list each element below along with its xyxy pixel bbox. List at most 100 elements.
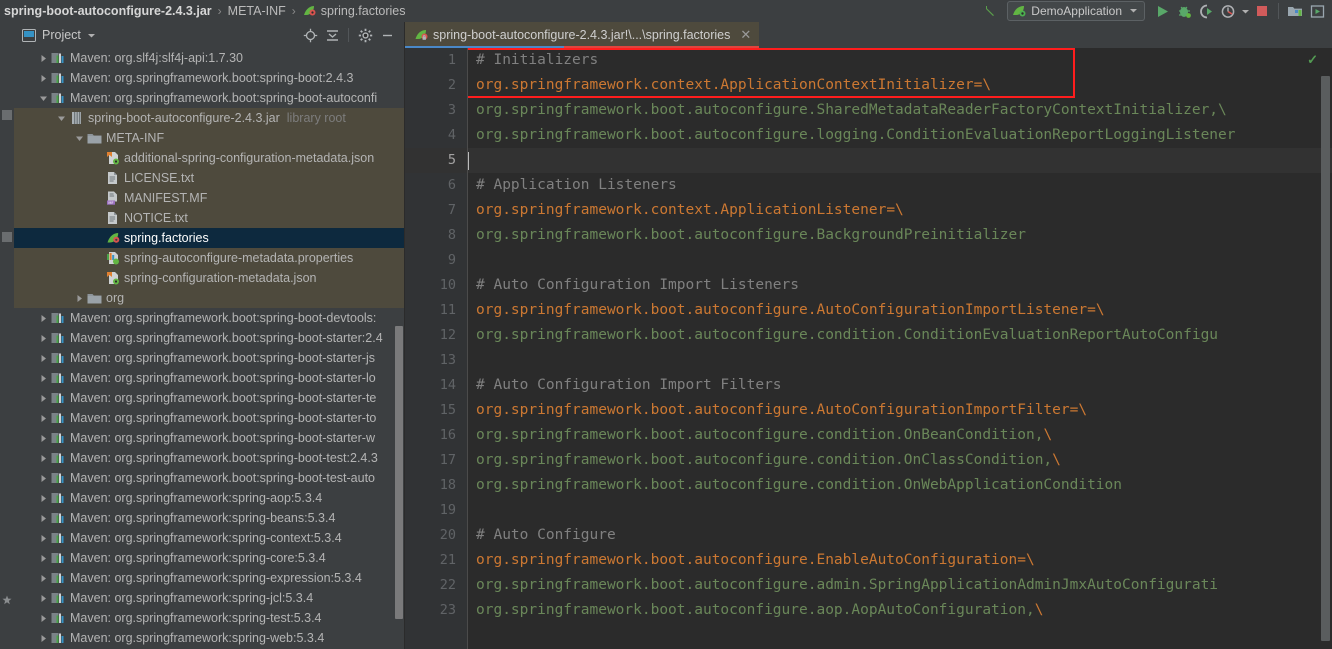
chevron-right-icon[interactable] (36, 508, 50, 528)
code-line[interactable]: org.springframework.context.ApplicationC… (476, 73, 1332, 98)
tree-row[interactable]: Maven: org.springframework:spring-aop:5.… (14, 488, 404, 508)
code-line[interactable]: # Initializers (476, 48, 1332, 73)
code-line[interactable]: org.springframework.boot.autoconfigure.c… (476, 473, 1332, 498)
chevron-right-icon[interactable] (36, 528, 50, 548)
tree-row[interactable]: additional-spring-configuration-metadata… (14, 148, 404, 168)
locate-icon[interactable] (299, 25, 321, 45)
tree-row[interactable]: spring-configuration-metadata.json (14, 268, 404, 288)
chevron-right-icon[interactable] (36, 348, 50, 368)
chevron-down-icon[interactable] (1239, 1, 1251, 21)
collapse-all-icon[interactable] (321, 25, 343, 45)
ok-check-icon[interactable]: ✓ (1307, 52, 1318, 68)
code-line[interactable]: org.springframework.boot.autoconfigure.c… (476, 448, 1332, 473)
code-line[interactable]: # Application Listeners (476, 173, 1332, 198)
chevron-right-icon[interactable] (36, 328, 50, 348)
project-structure-icon[interactable] (1284, 1, 1306, 21)
run-configuration-selector[interactable]: DemoApplication (1007, 1, 1145, 21)
code-line[interactable] (476, 498, 1332, 523)
code-line[interactable]: org.springframework.boot.autoconfigure.a… (476, 573, 1332, 598)
chevron-down-icon[interactable] (72, 128, 86, 148)
tree-row[interactable]: META-INF (14, 128, 404, 148)
editor-gutter[interactable]: 1 2 3 4 5 6 7 8 9 10 11 12 13 14 15 16 17 18 19 20 21 22 23 (405, 48, 468, 649)
tree-row[interactable]: Maven: org.springframework.boot:spring-b… (14, 308, 404, 328)
code-line[interactable]: org.springframework.boot.autoconfigure.B… (476, 223, 1332, 248)
breadcrumb-item-jar[interactable]: spring-boot-autoconfigure-2.4.3.jar (2, 4, 214, 18)
code-line[interactable]: org.springframework.context.ApplicationL… (476, 198, 1332, 223)
debug-icon[interactable] (1173, 1, 1195, 21)
chevron-right-icon[interactable] (36, 388, 50, 408)
minimize-icon[interactable] (376, 25, 398, 45)
chevron-down-icon[interactable] (36, 88, 50, 108)
tree-row[interactable]: Maven: org.springframework.boot:spring-b… (14, 428, 404, 448)
tree-row[interactable]: Maven: org.slf4j:slf4j-api:1.7.30 (14, 48, 404, 68)
tree-row[interactable]: Maven: org.springframework:spring-beans:… (14, 508, 404, 528)
tree-row[interactable]: Maven: org.springframework.boot:spring-b… (14, 408, 404, 428)
chevron-right-icon[interactable] (36, 408, 50, 428)
chevron-right-icon[interactable] (36, 308, 50, 328)
gear-icon[interactable] (354, 25, 376, 45)
tree-row[interactable]: Maven: org.springframework:spring-core:5… (14, 548, 404, 568)
code-line[interactable]: # Auto Configuration Import Listeners (476, 273, 1332, 298)
favorites-star-icon[interactable] (2, 592, 12, 605)
tree-row[interactable]: Maven: org.springframework.boot:spring-b… (14, 468, 404, 488)
tree-row[interactable]: Maven: org.springframework.boot:spring-b… (14, 368, 404, 388)
profiler-icon[interactable] (1217, 1, 1239, 21)
chevron-right-icon[interactable] (36, 468, 50, 488)
tree-row[interactable]: Maven: org.springframework:spring-expres… (14, 568, 404, 588)
chevron-right-icon[interactable] (36, 588, 50, 608)
chevron-right-icon[interactable] (36, 48, 50, 68)
code-line[interactable] (468, 148, 1332, 173)
chevron-down-icon[interactable] (54, 108, 68, 128)
project-tree-scrollbar[interactable] (395, 326, 403, 619)
code-line[interactable]: # Auto Configuration Import Filters (476, 373, 1332, 398)
tree-row[interactable]: Maven: org.springframework.boot:spring-b… (14, 388, 404, 408)
tree-row[interactable]: Maven: org.springframework:spring-jcl:5.… (14, 588, 404, 608)
code-line[interactable]: org.springframework.boot.autoconfigure.c… (476, 423, 1332, 448)
tree-row[interactable]: Maven: org.springframework.boot:spring-b… (14, 348, 404, 368)
code-line[interactable] (476, 248, 1332, 273)
chevron-right-icon[interactable] (36, 428, 50, 448)
run-with-coverage-icon[interactable] (1195, 1, 1217, 21)
editor-code[interactable]: # Initializers org.springframework.contex… (468, 48, 1332, 649)
close-icon[interactable]: ✕ (740, 27, 751, 43)
tree-row[interactable]: Maven: org.springframework:spring-web:5.… (14, 628, 404, 648)
code-line[interactable]: org.springframework.boot.autoconfigure.a… (476, 598, 1332, 623)
editor-tab-spring-factories[interactable]: spring-boot-autoconfigure-2.4.3.jar!\...… (405, 22, 760, 48)
tree-row[interactable]: spring-boot-autoconfigure-2.4.3.jar libra… (14, 108, 404, 128)
code-line[interactable]: org.springframework.boot.autoconfigure.c… (476, 323, 1332, 348)
editor-scrollbar[interactable] (1321, 76, 1330, 641)
chevron-right-icon[interactable] (36, 368, 50, 388)
tree-row[interactable]: Maven: org.springframework.boot:spring-b… (14, 328, 404, 348)
chevron-down-icon[interactable] (87, 31, 96, 40)
tree-row[interactable]: NOTICE.txt (14, 208, 404, 228)
chevron-right-icon[interactable] (36, 608, 50, 628)
tree-row[interactable]: Maven: org.springframework.boot:spring-b… (14, 68, 404, 88)
code-line[interactable]: org.springframework.boot.autoconfigure.S… (476, 98, 1332, 123)
code-line[interactable]: org.springframework.boot.autoconfigure.l… (476, 123, 1332, 148)
services-icon[interactable] (1306, 1, 1328, 21)
chevron-right-icon[interactable] (36, 628, 50, 648)
code-line[interactable]: # Auto Configure (476, 523, 1332, 548)
tree-row[interactable]: Maven: org.springframework:spring-contex… (14, 528, 404, 548)
chevron-right-icon[interactable] (36, 448, 50, 468)
tree-row[interactable]: Maven: org.springframework:spring-test:5… (14, 608, 404, 628)
chevron-right-icon[interactable] (36, 548, 50, 568)
tree-row[interactable]: org (14, 288, 404, 308)
code-line[interactable]: org.springframework.boot.autoconfigure.A… (476, 398, 1332, 423)
code-line[interactable]: org.springframework.boot.autoconfigure.E… (476, 548, 1332, 573)
chevron-right-icon[interactable] (36, 568, 50, 588)
chevron-right-icon[interactable] (36, 488, 50, 508)
run-icon[interactable] (1151, 1, 1173, 21)
back-arrow-icon[interactable] (979, 1, 1001, 21)
tree-row[interactable]: Maven: org.springframework.boot:spring-b… (14, 88, 404, 108)
tree-row[interactable]: spring-autoconfigure-metadata.properties (14, 248, 404, 268)
tree-row[interactable]: Maven: org.springframework.boot:spring-b… (14, 448, 404, 468)
chevron-right-icon[interactable] (72, 288, 86, 308)
tree-row[interactable]: MF MANIFEST.MF (14, 188, 404, 208)
stop-icon[interactable] (1251, 1, 1273, 21)
tree-row[interactable]: LICENSE.txt (14, 168, 404, 188)
tree-row[interactable]: spring.factories (14, 228, 404, 248)
chevron-down-icon[interactable] (1129, 2, 1138, 20)
code-line[interactable] (476, 348, 1332, 373)
chevron-right-icon[interactable] (36, 68, 50, 88)
